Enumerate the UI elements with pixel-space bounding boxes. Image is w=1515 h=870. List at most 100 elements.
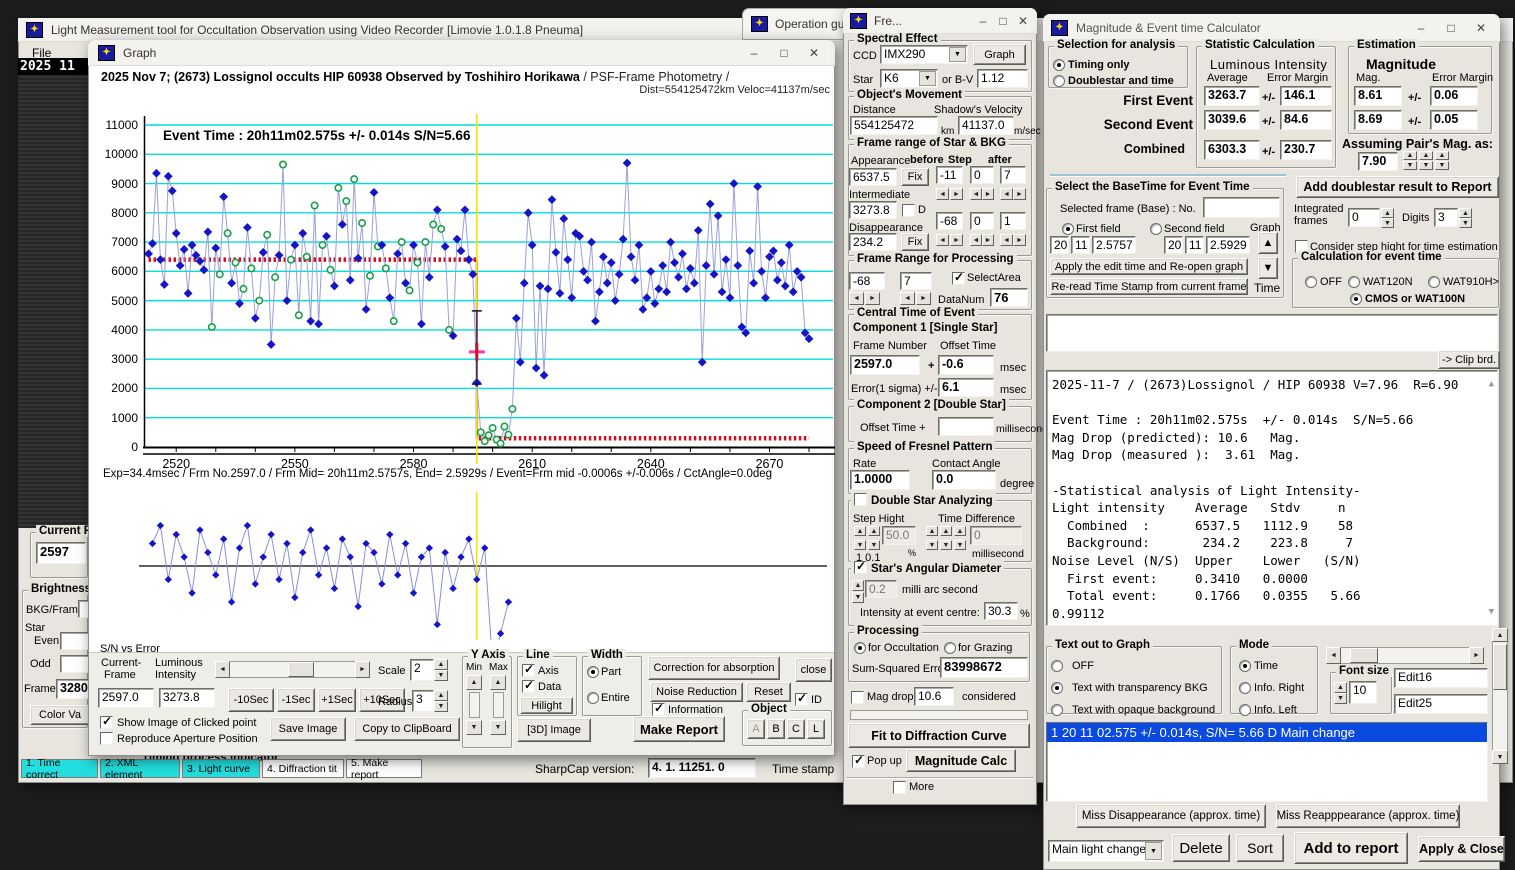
wat120n-radio[interactable] [1348, 276, 1360, 288]
first-mag-err-field[interactable]: 0.06 [1430, 86, 1478, 106]
cmos-radio[interactable] [1350, 293, 1362, 305]
first-event-label: First Event [1123, 93, 1193, 108]
first-mag-field[interactable]: 8.61 [1354, 86, 1402, 106]
pair-up2-icon[interactable]: ▲ [1419, 151, 1433, 160]
apply-close-button[interactable]: Apply & Close [1418, 836, 1505, 862]
statistic-group-label: Statistic Calculation [1202, 39, 1318, 51]
pair-mag-field[interactable]: 7.90 [1358, 152, 1398, 171]
integrated-frames-field[interactable]: 0 [1348, 208, 1380, 227]
miss-disappearance-button[interactable]: Miss Disappearance (approx. time) [1076, 804, 1266, 828]
assuming-label: Assuming Pair's Mag. as: [1342, 137, 1493, 151]
selected-frame-field[interactable] [1203, 197, 1280, 218]
pair-up1-icon[interactable]: ▲ [1403, 151, 1417, 160]
output-scroll-down-icon[interactable]: ▼ [1489, 607, 1494, 617]
doublestar-time-radio[interactable] [1053, 75, 1065, 87]
mode-info-right-radio[interactable] [1239, 682, 1251, 694]
result-list-item-selected[interactable]: 1 20 11 02.575 +/- 0.014s, S/N= 5.66 D M… [1047, 723, 1487, 742]
t1-sec-field[interactable]: 2.5757 [1092, 236, 1136, 254]
font-down-icon[interactable]: ▼ [1334, 693, 1347, 704]
graph-down-button[interactable]: ▼ [1258, 257, 1278, 279]
font-size-field[interactable]: 10 [1349, 681, 1377, 704]
t2-min-field[interactable]: 11 [1185, 236, 1204, 254]
calc-close-icon[interactable]: ✕ [1466, 21, 1496, 35]
second-mag-err-field[interactable]: 0.05 [1430, 110, 1478, 130]
wat120n-label: WAT120N [1363, 276, 1413, 288]
calc-titlebar[interactable]: ✦ Magnitude & Event time Calculator – □ … [1043, 14, 1500, 42]
calc-minimize-icon[interactable]: – [1406, 21, 1436, 35]
first-err-field[interactable]: 146.1 [1280, 86, 1332, 106]
light-change-combo[interactable]: Main light change ▼ [1048, 840, 1164, 862]
graph-up-button[interactable]: ▲ [1258, 232, 1278, 254]
t2-hour-field[interactable]: 20 [1164, 236, 1183, 254]
wat910h-radio[interactable] [1428, 276, 1440, 288]
t2-sec-field[interactable]: 2.5929 [1206, 236, 1250, 254]
delete-button[interactable]: Delete [1172, 834, 1230, 862]
digits-label: Digits [1402, 212, 1430, 224]
cmos-label: CMOS or WAT100N [1365, 293, 1466, 305]
output-scroll-up-icon[interactable]: ▲ [1489, 379, 1494, 389]
first-field-label: First field [1076, 223, 1121, 235]
reread-timestamp-button[interactable]: Re-read Time Stamp from current frame [1050, 278, 1248, 295]
integrated-label2: frames [1294, 215, 1328, 227]
combined-avg-field[interactable]: 6303.3 [1204, 140, 1260, 160]
calc-maximize-icon[interactable]: □ [1436, 21, 1466, 35]
calc-vscroll-down-icon[interactable]: ▼ [1492, 750, 1508, 764]
integrated-down-icon[interactable]: ▼ [1381, 218, 1394, 228]
add-doublestar-button[interactable]: Add doublestar result to Report [1296, 176, 1499, 198]
second-field-radio[interactable] [1150, 223, 1162, 235]
calc-scroll-right-icon[interactable]: ► [1469, 647, 1484, 664]
result-listbox[interactable]: 1 20 11 02.575 +/- 0.014s, S/N= 5.66 D M… [1046, 722, 1488, 802]
pm4: +/- [1408, 92, 1422, 104]
calc-vscroll-up-icon[interactable]: ▲ [1492, 628, 1508, 642]
mode-group-label: Mode [1236, 639, 1273, 651]
calc-scrollbar-thumb[interactable] [1350, 648, 1378, 663]
second-err-field[interactable]: 84.6 [1280, 110, 1332, 130]
pair-up3-icon[interactable]: ▲ [1435, 151, 1449, 160]
integrated-up-icon[interactable]: ▲ [1381, 208, 1394, 218]
add-to-report-button[interactable]: Add to report [1294, 832, 1408, 864]
first-field-radio[interactable] [1062, 223, 1074, 235]
mode-info-left-radio[interactable] [1239, 704, 1251, 716]
miss-reappearance-button[interactable]: Miss Reapppearance (approx. time) [1276, 804, 1460, 828]
pair-down3-icon[interactable]: ▼ [1435, 161, 1449, 170]
pm1: +/- [1262, 92, 1276, 104]
t1-min-field[interactable]: 11 [1071, 236, 1090, 254]
pm3: +/- [1262, 146, 1276, 158]
mode-time-label: Time [1254, 660, 1279, 672]
error-margin-header: Error Margin [1267, 72, 1329, 84]
second-mag-field[interactable]: 8.69 [1354, 110, 1402, 130]
combined-err-field[interactable]: 230.7 [1280, 140, 1332, 160]
textout-group-label: Text out to Graph [1052, 639, 1153, 651]
pair-down2-icon[interactable]: ▼ [1419, 161, 1433, 170]
wat910h-label: WAT910H> [1443, 276, 1499, 288]
light-change-dropdown-icon[interactable]: ▼ [1145, 842, 1162, 860]
digits-up-icon[interactable]: ▲ [1459, 208, 1472, 218]
digits-field[interactable]: 3 [1434, 208, 1458, 227]
calc-scroll-left-icon[interactable]: ◄ [1326, 647, 1341, 664]
second-avg-field[interactable]: 3039.6 [1204, 110, 1260, 130]
mode-time-radio[interactable] [1239, 660, 1251, 672]
off-radio[interactable] [1305, 276, 1317, 288]
sort-button[interactable]: Sort [1236, 834, 1284, 862]
integrated-label1: Integrated [1294, 203, 1344, 215]
textout-transparency-radio[interactable] [1051, 682, 1063, 694]
edit25-field[interactable]: Edit25 [1394, 694, 1488, 714]
edit16-field[interactable]: Edit16 [1394, 668, 1488, 688]
t1-hour-field[interactable]: 20 [1050, 236, 1069, 254]
apply-edit-time-button[interactable]: Apply the edit time and Re-open graph [1050, 258, 1248, 275]
textout-opaque-radio[interactable] [1051, 704, 1063, 716]
report-preview-box[interactable] [1046, 314, 1498, 352]
analysis-output-box[interactable]: 2025-11-7 / (2673)Lossignol / HIP 60938 … [1046, 370, 1498, 626]
pair-down1-icon[interactable]: ▼ [1403, 161, 1417, 170]
time-label: Time [1254, 281, 1281, 295]
clipboard-button[interactable]: -> Clip brd. [1438, 350, 1500, 369]
est-error-margin-header: Error Margin [1432, 72, 1494, 84]
font-up-icon[interactable]: ▲ [1334, 682, 1347, 693]
mode-info-left-label: Info. Left [1254, 704, 1297, 716]
mag-header: Mag. [1356, 72, 1381, 84]
calc-vscroll-thumb[interactable] [1493, 644, 1507, 690]
first-avg-field[interactable]: 3263.7 [1204, 86, 1260, 106]
textout-off-radio[interactable] [1051, 660, 1063, 672]
timing-only-radio[interactable] [1053, 59, 1065, 71]
digits-down-icon[interactable]: ▼ [1459, 218, 1472, 228]
